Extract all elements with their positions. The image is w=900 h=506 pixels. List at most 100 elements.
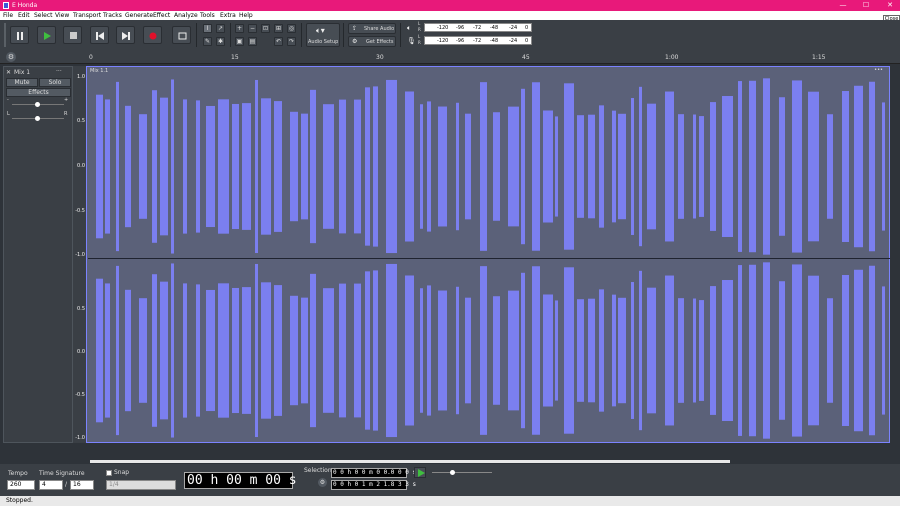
waveform-burst [152,90,157,243]
play-button[interactable] [37,26,56,44]
envelope-tool-button[interactable]: ↗ [216,24,225,33]
waveform-burst [373,86,378,247]
skip-to-start-button[interactable] [90,26,109,44]
waveform-burst [639,270,642,431]
mute-button[interactable]: Mute [6,78,38,87]
menu-extra[interactable]: Extra [220,12,236,19]
menu-generate[interactable]: Generate [125,12,153,19]
fit-project-button[interactable]: ⊞ [274,24,283,33]
undo-button[interactable]: ↶ [274,37,283,46]
stop-icon [70,32,77,39]
zoom-in-button[interactable]: + [235,24,244,33]
effects-button[interactable]: Effects [6,88,71,97]
waveform[interactable] [88,75,890,442]
snap-select[interactable]: 1/4 [106,480,176,490]
audio-clip[interactable]: Mix 1.1 ••• [86,66,890,443]
selection-settings-icon[interactable]: ⚙ [318,478,327,487]
waveform-burst [532,82,540,251]
track-menu-icon[interactable]: ··· [56,68,62,75]
get-effects-label: Get Effects [366,39,394,45]
waveform-burst [365,271,370,430]
clip-header[interactable]: Mix 1.1 ••• [87,67,889,75]
waveform-burst [612,110,616,223]
selection-tool-button[interactable]: I [203,24,212,33]
waveform-burst [555,300,558,401]
meter-r-label-top: R [418,27,421,32]
redo-icon: ↷ [288,38,295,45]
fit-selection-button[interactable]: ⊡ [261,24,270,33]
horizontal-scrollbar[interactable] [90,460,730,463]
menu-help[interactable]: Help [239,12,253,19]
minimize-button[interactable]: — [838,1,848,10]
menu-select[interactable]: Select [34,12,53,19]
menu-analyze[interactable]: Analyze [174,12,198,19]
waveform-burst [665,91,674,242]
track-name[interactable]: Mix 1 [14,69,30,76]
multi-tool-button[interactable]: ✱ [216,37,225,46]
time-signature-numerator[interactable]: 4 [39,480,63,490]
draw-tool-button[interactable]: ✎ [203,37,212,46]
waveform-burst [854,269,863,432]
close-button[interactable]: ✕ [885,1,895,10]
record-icon [149,32,157,40]
waveform-burst [232,287,239,414]
menu-view[interactable]: View [55,12,69,19]
recording-meter[interactable]: -120 -96 -72 -48 -24 0 [424,36,532,45]
timeline-settings-icon[interactable]: ⚙ [6,52,16,62]
plugin-icon: ⚙ [352,38,358,45]
gain-slider-thumb[interactable] [35,102,40,107]
play-at-speed-button[interactable] [414,467,426,478]
selection-end-time[interactable]: 0 0 h 0 1 m 2 1.8 3 3 s [331,480,416,490]
tempo-input[interactable]: 260 [7,480,35,490]
menu-edit[interactable]: Edit [18,12,30,19]
time-signature-denominator[interactable]: 16 [70,480,94,490]
stop-button[interactable] [63,26,82,44]
menu-tracks[interactable]: Tracks [103,12,122,19]
waveform-burst [779,97,785,236]
pan-slider-thumb[interactable] [35,116,40,121]
silence-button[interactable]: ▤ [248,37,257,46]
zoom-out-button[interactable]: − [248,24,257,33]
redo-button[interactable]: ↷ [287,37,296,46]
maximize-button[interactable]: ☐ [861,1,871,10]
scale-label: 0.0 [77,163,85,169]
play-speed-slider-thumb[interactable] [450,470,455,475]
track-control-panel: ✕ Mix 1 ··· Mute Solo Effects - + L R [3,66,73,443]
waveform-burst [139,114,147,219]
waveform-burst [693,298,696,403]
waveform-burst [792,264,802,437]
waveform-burst [290,295,298,406]
waveform-burst [218,283,229,418]
waveform-burst [427,101,431,232]
waveform-burst [290,111,298,222]
microphone-icon[interactable]: 🎙︎ [407,37,416,45]
solo-button[interactable]: Solo [39,78,71,87]
zoom-toggle-button[interactable]: ◎ [287,24,296,33]
waveform-burst [555,116,558,217]
audio-setup-button[interactable]: 🔈︎▾ Audio Setup [306,23,340,47]
record-button[interactable] [143,26,162,44]
playback-meter-icon[interactable]: 🔈︎ [407,24,411,33]
share-audio-button[interactable]: ⇪ Share Audio [348,23,396,34]
selection-start-time[interactable]: 0 0 h 0 0 m 0 0.0 0 0 s [331,468,416,478]
playback-meter[interactable]: -120 -96 -72 -48 -24 0 [424,23,532,32]
waveform-burst [310,273,316,428]
close-track-icon[interactable]: ✕ [6,69,11,76]
timeline-ruler[interactable]: ⚙ 0 15 30 45 1:00 1:15 [0,50,900,64]
menu-effect[interactable]: Effect [153,12,170,19]
title-bar: E Honda — ☐ ✕ [0,0,900,11]
waveform-burst [763,262,770,439]
menu-tools[interactable]: Tools [200,12,215,19]
trim-button[interactable]: ▣ [235,37,244,46]
time-display[interactable]: 00 h 00 m 00 s [184,472,297,489]
clip-menu-icon[interactable]: ••• [874,67,883,73]
loop-button[interactable] [172,26,191,44]
snap-checkbox[interactable] [106,470,112,476]
waveform-burst [365,87,370,246]
menu-transport[interactable]: Transport [73,12,101,19]
menu-file[interactable]: File [3,12,13,19]
skip-to-end-button[interactable] [116,26,135,44]
get-effects-button[interactable]: ⚙ Get Effects [348,36,396,47]
waveform-burst [521,88,525,245]
pause-button[interactable] [10,26,29,44]
